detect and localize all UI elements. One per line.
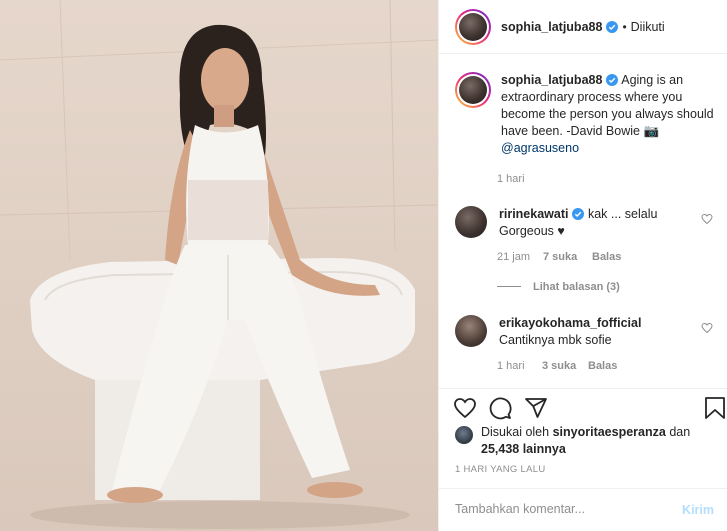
comment-avatar[interactable]	[455, 315, 487, 347]
verified-badge-icon	[572, 208, 585, 220]
comment-likes[interactable]: 3 suka	[542, 360, 576, 372]
likes-summary: Disukai oleh sinyoritaesperanza dan 25,4…	[455, 424, 727, 458]
small-heart-icon[interactable]	[701, 322, 713, 334]
comment-input[interactable]	[455, 502, 685, 516]
separator-dot: •	[622, 19, 627, 34]
author-avatar-ring[interactable]	[455, 8, 491, 45]
likes-count[interactable]: 25,438 lainnya	[481, 442, 566, 456]
post-sidebar: sophia_latjuba88 • Diikuti sophia_latjub…	[438, 0, 727, 531]
share-icon[interactable]	[524, 396, 548, 420]
heart-icon[interactable]	[453, 396, 477, 420]
view-replies-button[interactable]: Lihat balasan (3)	[533, 281, 620, 293]
verified-badge-icon	[606, 74, 619, 86]
reply-button[interactable]: Balas	[588, 360, 617, 372]
following-button[interactable]: Diikuti	[631, 20, 665, 34]
comment-time[interactable]: 1 hari	[497, 360, 525, 372]
post-photo[interactable]	[0, 0, 438, 531]
comment-item: erikayokohama_fofficial Cantiknya mbk so…	[455, 315, 715, 349]
liker-username[interactable]: sinyoritaesperanza	[553, 425, 666, 439]
comment-body: ririnekawati kak ... selalu Gorgeous ♥	[499, 206, 689, 240]
comment-text: Cantiknya mbk sofie	[499, 333, 612, 347]
caption: sophia_latjuba88 Aging is an extraordina…	[455, 72, 715, 157]
reply-button[interactable]: Balas	[592, 251, 621, 263]
replies-divider	[497, 286, 521, 287]
caption-mention[interactable]: @agrasuseno	[501, 141, 579, 155]
post-comment-button[interactable]: Kirim	[682, 503, 714, 517]
comment-username[interactable]: erikayokohama_fofficial	[499, 316, 641, 330]
caption-avatar-ring[interactable]	[455, 72, 491, 108]
comment-icon[interactable]	[488, 396, 512, 420]
comment-body: erikayokohama_fofficial Cantiknya mbk so…	[499, 315, 689, 349]
liker-avatar[interactable]	[455, 426, 473, 444]
author-username[interactable]: sophia_latjuba88	[501, 20, 602, 34]
bookmark-icon[interactable]	[704, 396, 726, 420]
comment-time[interactable]: 21 jam	[497, 251, 530, 263]
action-bar	[439, 388, 727, 428]
post-time[interactable]: 1 HARI YANG LALU	[455, 464, 546, 475]
caption-body: sophia_latjuba88 Aging is an extraordina…	[501, 72, 715, 157]
small-heart-icon[interactable]	[701, 213, 713, 225]
comment-username[interactable]: ririnekawati	[499, 207, 568, 221]
post-header: sophia_latjuba88 • Diikuti	[439, 0, 727, 54]
add-comment-bar: Kirim	[439, 488, 727, 531]
comment-avatar[interactable]	[455, 206, 487, 238]
likes-middle: dan	[669, 425, 691, 439]
verified-badge-icon	[606, 20, 619, 33]
comment-likes[interactable]: 7 suka	[543, 251, 577, 263]
caption-avatar[interactable]	[459, 76, 487, 104]
likes-prefix: Disukai oleh	[481, 425, 550, 439]
photo-illustration	[0, 0, 438, 529]
comment-item: ririnekawati kak ... selalu Gorgeous ♥	[455, 206, 715, 240]
caption-time[interactable]: 1 hari	[497, 173, 525, 185]
author-avatar[interactable]	[459, 12, 487, 41]
caption-username[interactable]: sophia_latjuba88	[501, 73, 602, 87]
